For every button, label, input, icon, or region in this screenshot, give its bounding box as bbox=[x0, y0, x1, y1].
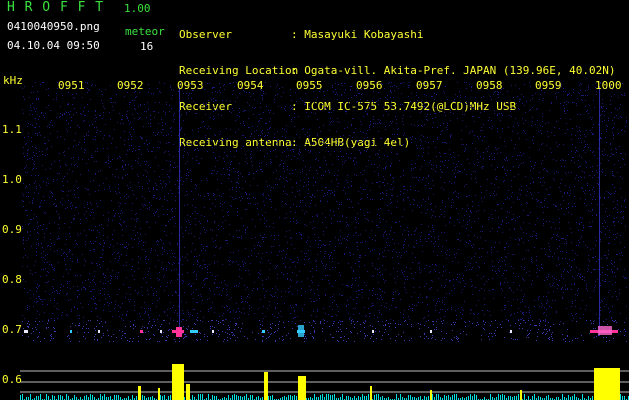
time-tick: 0959 bbox=[535, 79, 562, 92]
echo-trail bbox=[599, 86, 600, 336]
time-tick: 1000 bbox=[595, 79, 622, 92]
level-peak bbox=[186, 384, 190, 400]
echo-trail bbox=[179, 86, 180, 336]
level-noise bbox=[20, 394, 629, 400]
meteor-echo bbox=[372, 330, 374, 333]
time-tick: 0957 bbox=[416, 79, 443, 92]
time-tick: 0954 bbox=[237, 79, 264, 92]
level-peak bbox=[430, 390, 432, 400]
meteor-echo-head bbox=[598, 326, 612, 335]
meteor-echo bbox=[510, 330, 512, 333]
level-peak bbox=[298, 376, 306, 400]
meteor-echo-head bbox=[176, 327, 182, 337]
level-peak bbox=[370, 386, 372, 400]
meteor-echo bbox=[262, 330, 265, 333]
frequency-tick: 0.7 bbox=[2, 323, 22, 336]
frequency-tick: 1.1 bbox=[2, 123, 22, 136]
meteor-echo bbox=[98, 330, 100, 333]
frequency-tick: 0.6 bbox=[2, 373, 22, 386]
level-peak bbox=[594, 368, 620, 400]
noise-field-band bbox=[22, 320, 627, 342]
time-tick: 0952 bbox=[117, 79, 144, 92]
frequency-tick: 0.8 bbox=[2, 273, 22, 286]
time-tick: 0956 bbox=[356, 79, 383, 92]
frequency-tick: 1.0 bbox=[2, 173, 22, 186]
meteor-echo bbox=[24, 330, 28, 333]
meteor-echo bbox=[140, 330, 143, 333]
meteor-echo bbox=[212, 330, 214, 333]
level-peak bbox=[172, 364, 184, 400]
meteor-echo bbox=[190, 330, 198, 333]
time-tick: 0955 bbox=[296, 79, 323, 92]
time-tick: 0958 bbox=[476, 79, 503, 92]
spectrogram bbox=[20, 82, 629, 400]
meteor-echo bbox=[70, 330, 72, 333]
time-tick: 0953 bbox=[177, 79, 204, 92]
level-peak bbox=[138, 386, 141, 400]
time-tick: 0951 bbox=[58, 79, 85, 92]
level-peak bbox=[264, 372, 268, 400]
noise-field bbox=[22, 82, 627, 322]
meteor-echo bbox=[430, 330, 432, 333]
level-peak bbox=[158, 388, 160, 400]
level-peak bbox=[520, 390, 522, 400]
frequency-tick: 0.9 bbox=[2, 223, 22, 236]
meteor-echo bbox=[160, 330, 162, 333]
meteor-echo-head bbox=[298, 325, 304, 337]
